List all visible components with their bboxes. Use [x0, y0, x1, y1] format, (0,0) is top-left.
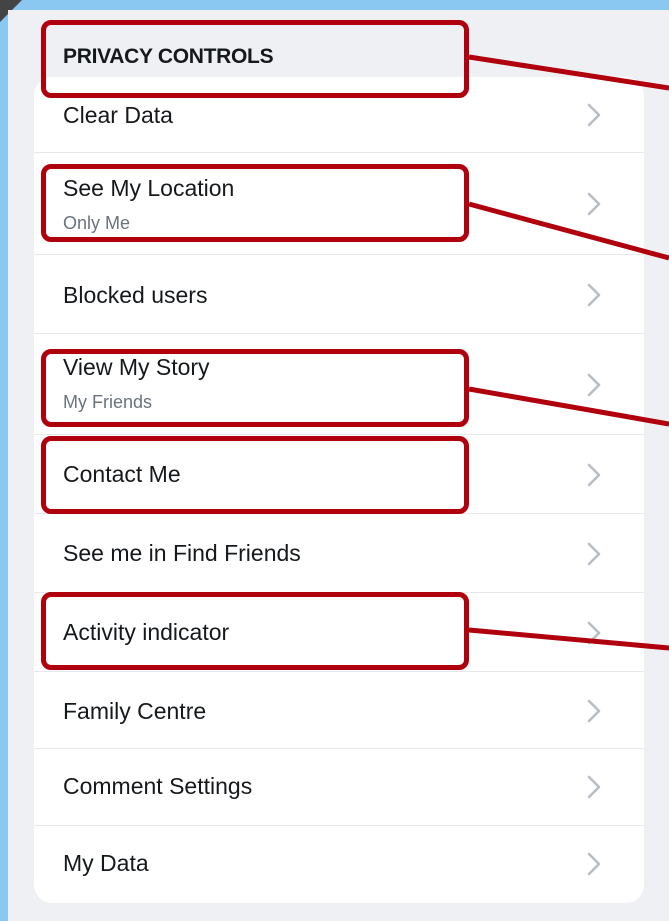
- row-label: Family Centre: [63, 698, 207, 724]
- chevron-right-icon: [587, 852, 601, 876]
- settings-row-family-centre[interactable]: Family Centre: [34, 672, 644, 749]
- chevron-right-icon: [587, 699, 601, 723]
- chevron-right-icon: [587, 775, 601, 799]
- chevron-right-icon: [587, 283, 601, 307]
- chevron-right-icon: [587, 373, 601, 397]
- settings-row-my-data[interactable]: My Data: [34, 826, 644, 903]
- annotation-box-see-my-location: [41, 164, 469, 242]
- annotation-box-activity-indicator: [41, 592, 469, 670]
- chevron-right-icon: [587, 542, 601, 566]
- annotation-box-contact-me: [41, 436, 469, 514]
- row-label: Comment Settings: [63, 773, 253, 799]
- chevron-right-icon: [587, 103, 601, 127]
- chevron-right-icon: [587, 621, 601, 645]
- settings-row-see-me-in-find-friends[interactable]: See me in Find Friends: [34, 514, 644, 593]
- chevron-right-icon: [587, 463, 601, 487]
- row-label: Blocked users: [63, 282, 208, 308]
- settings-row-comment-settings[interactable]: Comment Settings: [34, 749, 644, 826]
- chevron-right-icon: [587, 192, 601, 216]
- annotation-box-view-my-story: [41, 349, 469, 427]
- annotation-box-privacy-controls: [41, 20, 469, 98]
- row-label: Clear Data: [63, 102, 173, 128]
- row-label: My Data: [63, 850, 149, 876]
- settings-row-blocked-users[interactable]: Blocked users: [34, 255, 644, 334]
- row-label: See me in Find Friends: [63, 540, 301, 566]
